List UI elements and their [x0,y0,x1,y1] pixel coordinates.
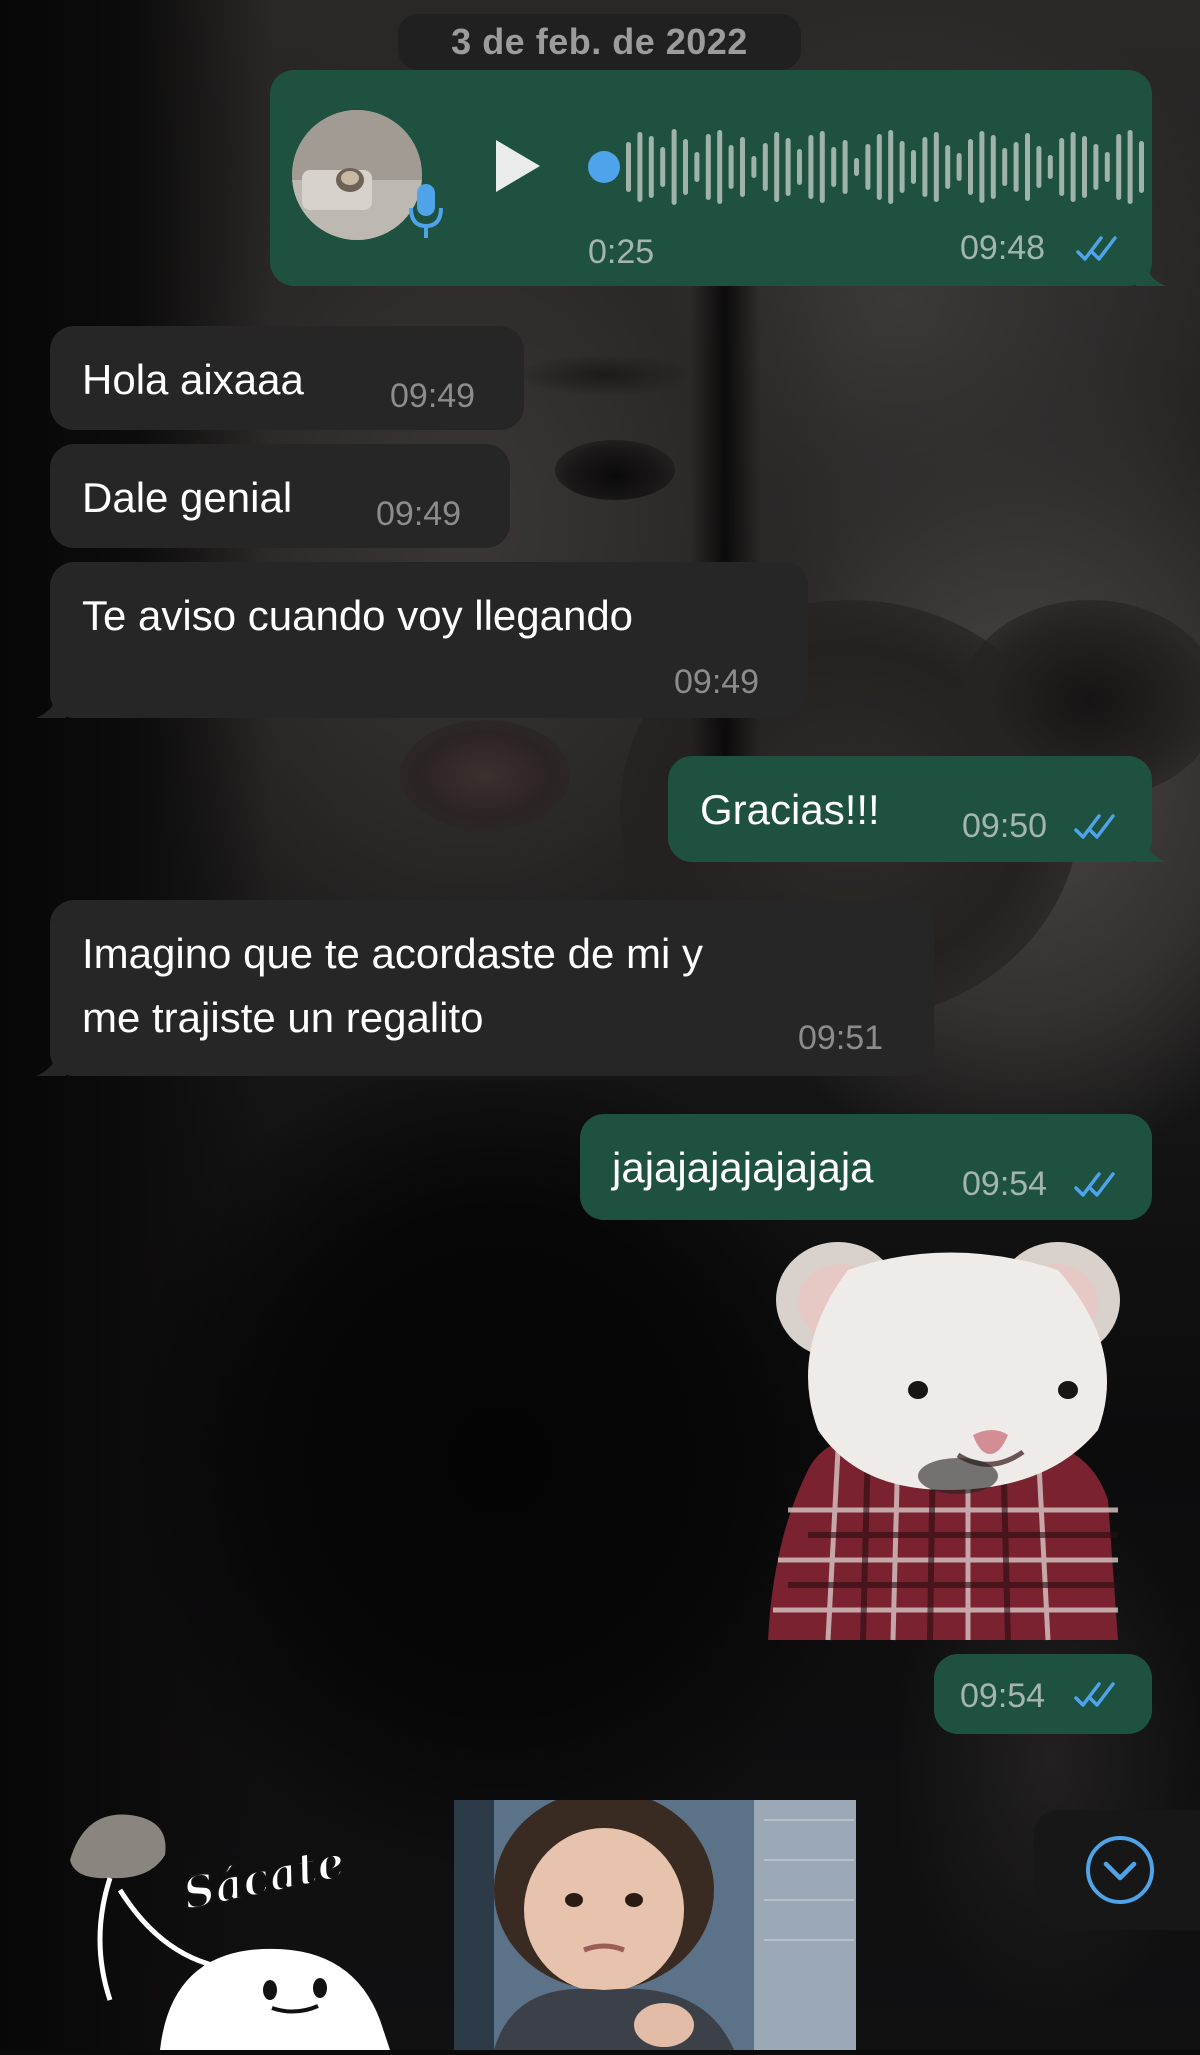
waveform-bar [922,137,928,197]
waveform-bar [1070,132,1076,202]
message-time: 09:54 [962,1165,1048,1203]
message-text: Dale genial [82,474,293,521]
waveform-bar [968,139,973,195]
waveform-bar [1104,152,1110,182]
incoming-message[interactable]: Hola aixaaa 09:49 [50,326,524,430]
waveform-bar [945,145,951,189]
waveform-bar [1139,141,1144,193]
message-time: 09:49 [390,377,476,415]
playback-position-marker[interactable] [588,151,620,183]
outgoing-message[interactable]: jajajajajajajaja 09:54 [580,1114,1152,1220]
mouse-sticker-image [768,1242,1120,1641]
waveform-bar [1025,133,1030,201]
message-time: 09:49 [674,663,760,701]
waveform-bar [740,137,745,197]
microphone-icon [409,184,443,238]
date-separator: 3 de feb. de 2022 [398,14,801,70]
waveform-bar [1047,155,1053,179]
waveform-bar [1059,138,1065,196]
waveform-bar [683,139,688,195]
waveform-bar [933,132,939,202]
waveform-bar [694,152,700,182]
waveform-bar [888,130,894,204]
waveform-bar [842,140,848,194]
play-icon[interactable] [492,136,544,196]
message-time: 09:51 [798,1019,884,1057]
incoming-message[interactable]: Dale genial 09:49 [50,444,510,548]
sticker-time-chip: 09:54 [934,1654,1152,1734]
waveform-bar [1036,146,1042,188]
waveform-bar [1116,134,1122,200]
waveform-bar [1093,144,1099,190]
waveform-bar [865,144,871,190]
waveform-bar [1002,148,1008,186]
waveform-bar [899,141,905,193]
message-time: 09:54 [960,1677,1046,1715]
scroll-to-bottom-button[interactable] [1034,1810,1200,1930]
double-check-icon [1074,1682,1115,1707]
message-text: Te aviso cuando voy llegando [82,592,634,639]
waveform-bar [1013,142,1019,192]
waveform-bar [979,131,985,203]
waveform-bar [626,142,631,192]
waveform-bar [774,132,780,202]
waveform-bar [660,147,666,187]
message-time: 09:48 [960,229,1046,267]
waveform-bar [876,134,882,200]
waveform-bar [797,149,802,185]
message-text: Gracias!!! [700,786,880,833]
waveform-bar [854,158,859,176]
message-text-line-1: Imagino que te acordaste de mi y [82,930,704,977]
message-time: 09:49 [376,495,462,533]
message-text: Hola aixaaa [82,356,304,403]
child-photo-sticker[interactable] [454,1800,856,2050]
double-check-icon [1076,236,1117,261]
waveform-bar [648,136,654,198]
waveform-bar [956,153,962,181]
waveform-bar [1127,130,1133,204]
voice-waveform[interactable] [588,122,1148,212]
double-check-icon [1074,1172,1115,1197]
sticker-caption: Sácate [178,1837,349,1921]
waveform-bar [671,129,677,205]
chevron-down-circle-icon [1086,1836,1154,1904]
waveform-bar [762,143,768,191]
double-check-icon [1074,814,1115,839]
waveform-bar [705,134,711,200]
waveform-bar [785,138,791,196]
waveform-bar [911,150,916,184]
message-time: 09:50 [962,807,1048,845]
waveform-bar [819,131,825,203]
message-text-line-2: me trajiste un regalito [82,994,484,1041]
waveform-bar [751,156,757,178]
child-photo-sticker-image [454,1800,856,2050]
blob-sticker[interactable]: Sácate [50,1800,450,2050]
waveform-bar [990,135,996,199]
waveform-bar [637,132,643,202]
waveform-bar [717,130,723,204]
mouse-sticker[interactable] [768,1240,1132,1648]
incoming-message[interactable]: Imagino que te acordaste de mi y me traj… [36,900,934,1076]
waveform-bar [831,147,837,187]
outgoing-message[interactable]: Gracias!!! 09:50 [668,756,1166,862]
incoming-message[interactable]: Te aviso cuando voy llegando 09:49 [36,562,808,718]
waveform-bar [1082,136,1087,198]
voice-duration: 0:25 [588,233,655,271]
voice-message-bubble[interactable]: 0:25 09:48 [270,70,1166,286]
blob-sticker-image: Sácate [70,1814,390,2050]
waveform-bar [728,145,734,189]
message-text: jajajajajajajaja [612,1144,874,1191]
waveform-bar [808,135,814,199]
voice-sender-avatar [292,110,422,240]
